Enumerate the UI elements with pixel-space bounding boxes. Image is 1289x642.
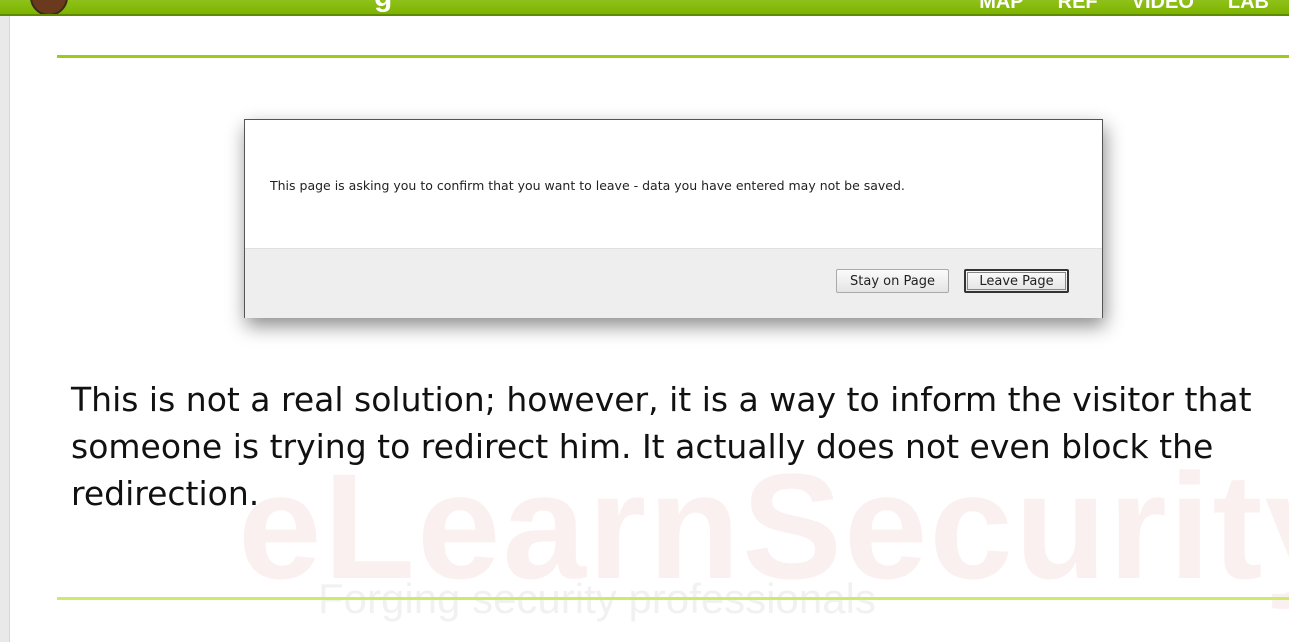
leave-page-button[interactable]: Leave Page — [964, 269, 1069, 293]
bottom-divider — [57, 597, 1289, 600]
stay-on-page-button[interactable]: Stay on Page — [836, 269, 949, 293]
title-fragment: g — [374, 0, 392, 14]
leave-page-dialog: This page is asking you to confirm that … — [244, 119, 1103, 318]
top-nav: MAP REF VIDEO LAB — [979, 0, 1269, 14]
dialog-message: This page is asking you to confirm that … — [270, 178, 905, 193]
slide-caption: This is not a real solution; however, it… — [71, 380, 1252, 513]
nav-item-lab[interactable]: LAB — [1228, 0, 1269, 14]
top-divider — [57, 55, 1289, 58]
logo-icon — [30, 0, 68, 14]
top-bar: g MAP REF VIDEO LAB — [0, 0, 1289, 16]
nav-item-map[interactable]: MAP — [979, 0, 1023, 14]
left-rail — [0, 0, 10, 642]
watermark: eLearnSecurity Forging security professi… — [0, 0, 1289, 642]
dialog-footer: Stay on Page Leave Page — [245, 248, 1102, 318]
nav-item-ref[interactable]: REF — [1058, 0, 1098, 14]
nav-item-video[interactable]: VIDEO — [1132, 0, 1194, 14]
